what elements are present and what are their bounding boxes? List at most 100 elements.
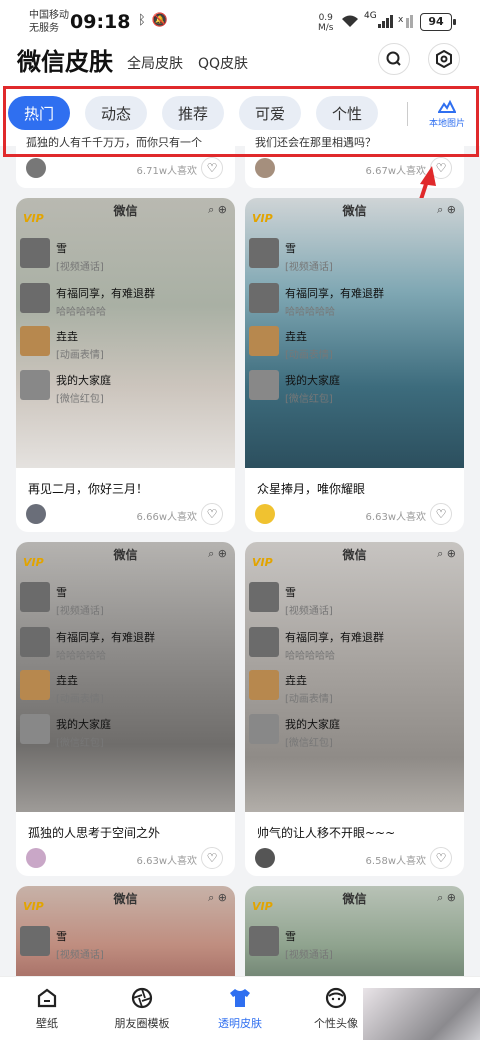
status-bar: 中国移动 无服务 09:18 ᛒ🔕 0.9 M/s 4G x 94 (0, 0, 480, 40)
category-recommend[interactable]: 推荐 (162, 96, 224, 130)
card-footer: 6.66w人喜欢 ♡ (16, 502, 235, 528)
chat-row: 垚垚 [动画表情] (20, 670, 231, 712)
preview-app-name: 微信 (342, 204, 367, 218)
net-speed: 0.9 M/s (318, 13, 334, 33)
heart-icon[interactable]: ♡ (201, 503, 223, 525)
settings-icon (436, 50, 452, 68)
skin-card[interactable]: 微信 ⌕ ⊕ VIP 雪 [视频通话] 有福同享，有难退群 哈哈哈哈哈 垚垚 [动画表… (245, 542, 464, 876)
avatar (26, 504, 46, 524)
avatar (255, 848, 275, 868)
tshirt-icon (195, 985, 285, 1011)
carrier-name: 中国移动 (29, 10, 69, 21)
page-title: 微信皮肤 (17, 48, 113, 76)
home-icon (2, 985, 92, 1011)
avatar (249, 238, 279, 268)
likes-count: 6.63w人喜欢 (365, 512, 426, 523)
category-personality[interactable]: 个性 (316, 96, 378, 130)
nav-transparent-skin[interactable]: 透明皮肤 (195, 985, 285, 1031)
preview-icons: ⌕ ⊕ (437, 891, 456, 904)
avatar (20, 714, 50, 744)
avatar (26, 158, 46, 178)
avatar (20, 238, 50, 268)
local-picture-button[interactable]: 本地图片 (422, 99, 472, 129)
chat-row: 垚垚 [动画表情] (20, 326, 231, 368)
vip-badge: VIP (252, 212, 273, 225)
likes-count: 6.58w人喜欢 (365, 856, 426, 867)
avatar (249, 582, 279, 612)
heart-icon[interactable]: ♡ (201, 847, 223, 869)
chat-row: 我的大家庭 [微信红包] (20, 370, 231, 412)
svg-text:x: x (398, 15, 404, 25)
vip-badge: VIP (23, 900, 44, 913)
heart-icon[interactable]: ♡ (430, 503, 452, 525)
card-title: 我们还会在那里相遇吗？ (255, 136, 376, 149)
search-icon (386, 51, 401, 66)
chat-row: 有福同享，有难退群 哈哈哈哈哈 (20, 627, 231, 669)
vip-badge: VIP (23, 556, 44, 569)
search-button[interactable] (378, 43, 410, 75)
card-partial-left[interactable]: 孤独的人有千千万万，而你只有一个 6.71w人喜欢 ♡ (16, 136, 235, 188)
aperture-icon (97, 985, 187, 1011)
chat-row: 雪 [视频通话] (249, 926, 460, 968)
preview-icons: ⌕ ⊕ (437, 203, 456, 216)
likes-count: 6.71w人喜欢 (136, 166, 197, 177)
chat-row: 我的大家庭 [微信红包] (20, 714, 231, 756)
vip-badge: VIP (252, 900, 273, 913)
chat-row: 雪 [视频通话] (20, 926, 231, 968)
bluetooth-icon: ᛒ (138, 13, 152, 28)
card-footer: 6.58w人喜欢 ♡ (245, 846, 464, 872)
avatar (20, 582, 50, 612)
preview-app-name: 微信 (342, 548, 367, 562)
carrier-service: 无服务 (29, 23, 59, 34)
chat-row: 有福同享，有难退群 哈哈哈哈哈 (249, 283, 460, 325)
heart-icon[interactable]: ♡ (201, 157, 223, 179)
signal-icon (378, 14, 394, 32)
avatar (20, 370, 50, 400)
chat-row: 雪 [视频通话] (249, 582, 460, 624)
chat-row: 雪 [视频通话] (20, 238, 231, 280)
avatar (255, 158, 275, 178)
nav-label: 透明皮肤 (218, 1017, 262, 1030)
card-footer: 6.63w人喜欢 ♡ (16, 846, 235, 872)
tab-qq-skin[interactable]: QQ皮肤 (198, 53, 248, 73)
skin-preview: 微信 ⌕ ⊕ VIP 雪 [视频通话] (16, 886, 235, 986)
chat-row: 有福同享，有难退群 哈哈哈哈哈 (20, 283, 231, 325)
skin-preview: 微信 ⌕ ⊕ VIP 雪 [视频通话] 有福同享，有难退群 哈哈哈哈哈 垚垚 [动画表… (245, 542, 464, 812)
tab-global-skin[interactable]: 全局皮肤 (127, 53, 183, 73)
likes-count: 6.63w人喜欢 (136, 856, 197, 867)
heart-icon[interactable]: ♡ (430, 847, 452, 869)
avatar (249, 627, 279, 657)
nav-moments-template[interactable]: 朋友圈模板 (97, 985, 187, 1031)
chat-row: 垚垚 [动画表情] (249, 670, 460, 712)
skin-preview: 微信 ⌕ ⊕ VIP 雪 [视频通话] 有福同享，有难退群 哈哈哈哈哈 垚垚 [动画表… (16, 198, 235, 468)
category-dynamic[interactable]: 动态 (85, 96, 147, 130)
category-cute[interactable]: 可爱 (239, 96, 301, 130)
preview-icons: ⌕ ⊕ (208, 203, 227, 216)
network-type: 4G (364, 11, 377, 21)
likes-count: 6.66w人喜欢 (136, 512, 197, 523)
header: 微信皮肤 全局皮肤 QQ皮肤 (0, 40, 480, 86)
status-time: 09:18 (70, 11, 131, 33)
preview-icons: ⌕ ⊕ (437, 547, 456, 560)
preview-app-name: 微信 (342, 892, 367, 906)
skin-card[interactable]: 微信 ⌕ ⊕ VIP 雪 [视频通话] 有福同享，有难退群 哈哈哈哈哈 垚垚 [动画表… (245, 198, 464, 532)
mute-bell-icon: 🔕 (151, 13, 174, 28)
skin-card[interactable]: 微信 ⌕ ⊕ VIP 雪 [视频通话] (245, 886, 464, 986)
skin-card[interactable]: 微信 ⌕ ⊕ VIP 雪 [视频通话] (16, 886, 235, 986)
skin-card[interactable]: 微信 ⌕ ⊕ VIP 雪 [视频通话] 有福同享，有难退群 哈哈哈哈哈 垚垚 [动画表… (16, 542, 235, 876)
avatar (255, 504, 275, 524)
nav-wallpaper[interactable]: 壁纸 (2, 985, 92, 1031)
vip-badge: VIP (23, 212, 44, 225)
carrier-info: 中国移动 无服务 (29, 9, 69, 35)
skin-card[interactable]: 微信 ⌕ ⊕ VIP 雪 [视频通话] 有福同享，有难退群 哈哈哈哈哈 垚垚 [动画表… (16, 198, 235, 532)
avatar (249, 714, 279, 744)
local-picture-label: 本地图片 (428, 119, 465, 129)
nav-label: 壁纸 (36, 1017, 58, 1030)
category-hot[interactable]: 热门 (8, 96, 70, 130)
chat-row: 我的大家庭 [微信红包] (249, 714, 460, 756)
avatar (20, 283, 50, 313)
skin-preview: 微信 ⌕ ⊕ VIP 雪 [视频通话] 有福同享，有难退群 哈哈哈哈哈 垚垚 [动画表… (245, 198, 464, 468)
avatar (249, 670, 279, 700)
vip-badge: VIP (252, 556, 273, 569)
settings-button[interactable] (428, 43, 460, 75)
